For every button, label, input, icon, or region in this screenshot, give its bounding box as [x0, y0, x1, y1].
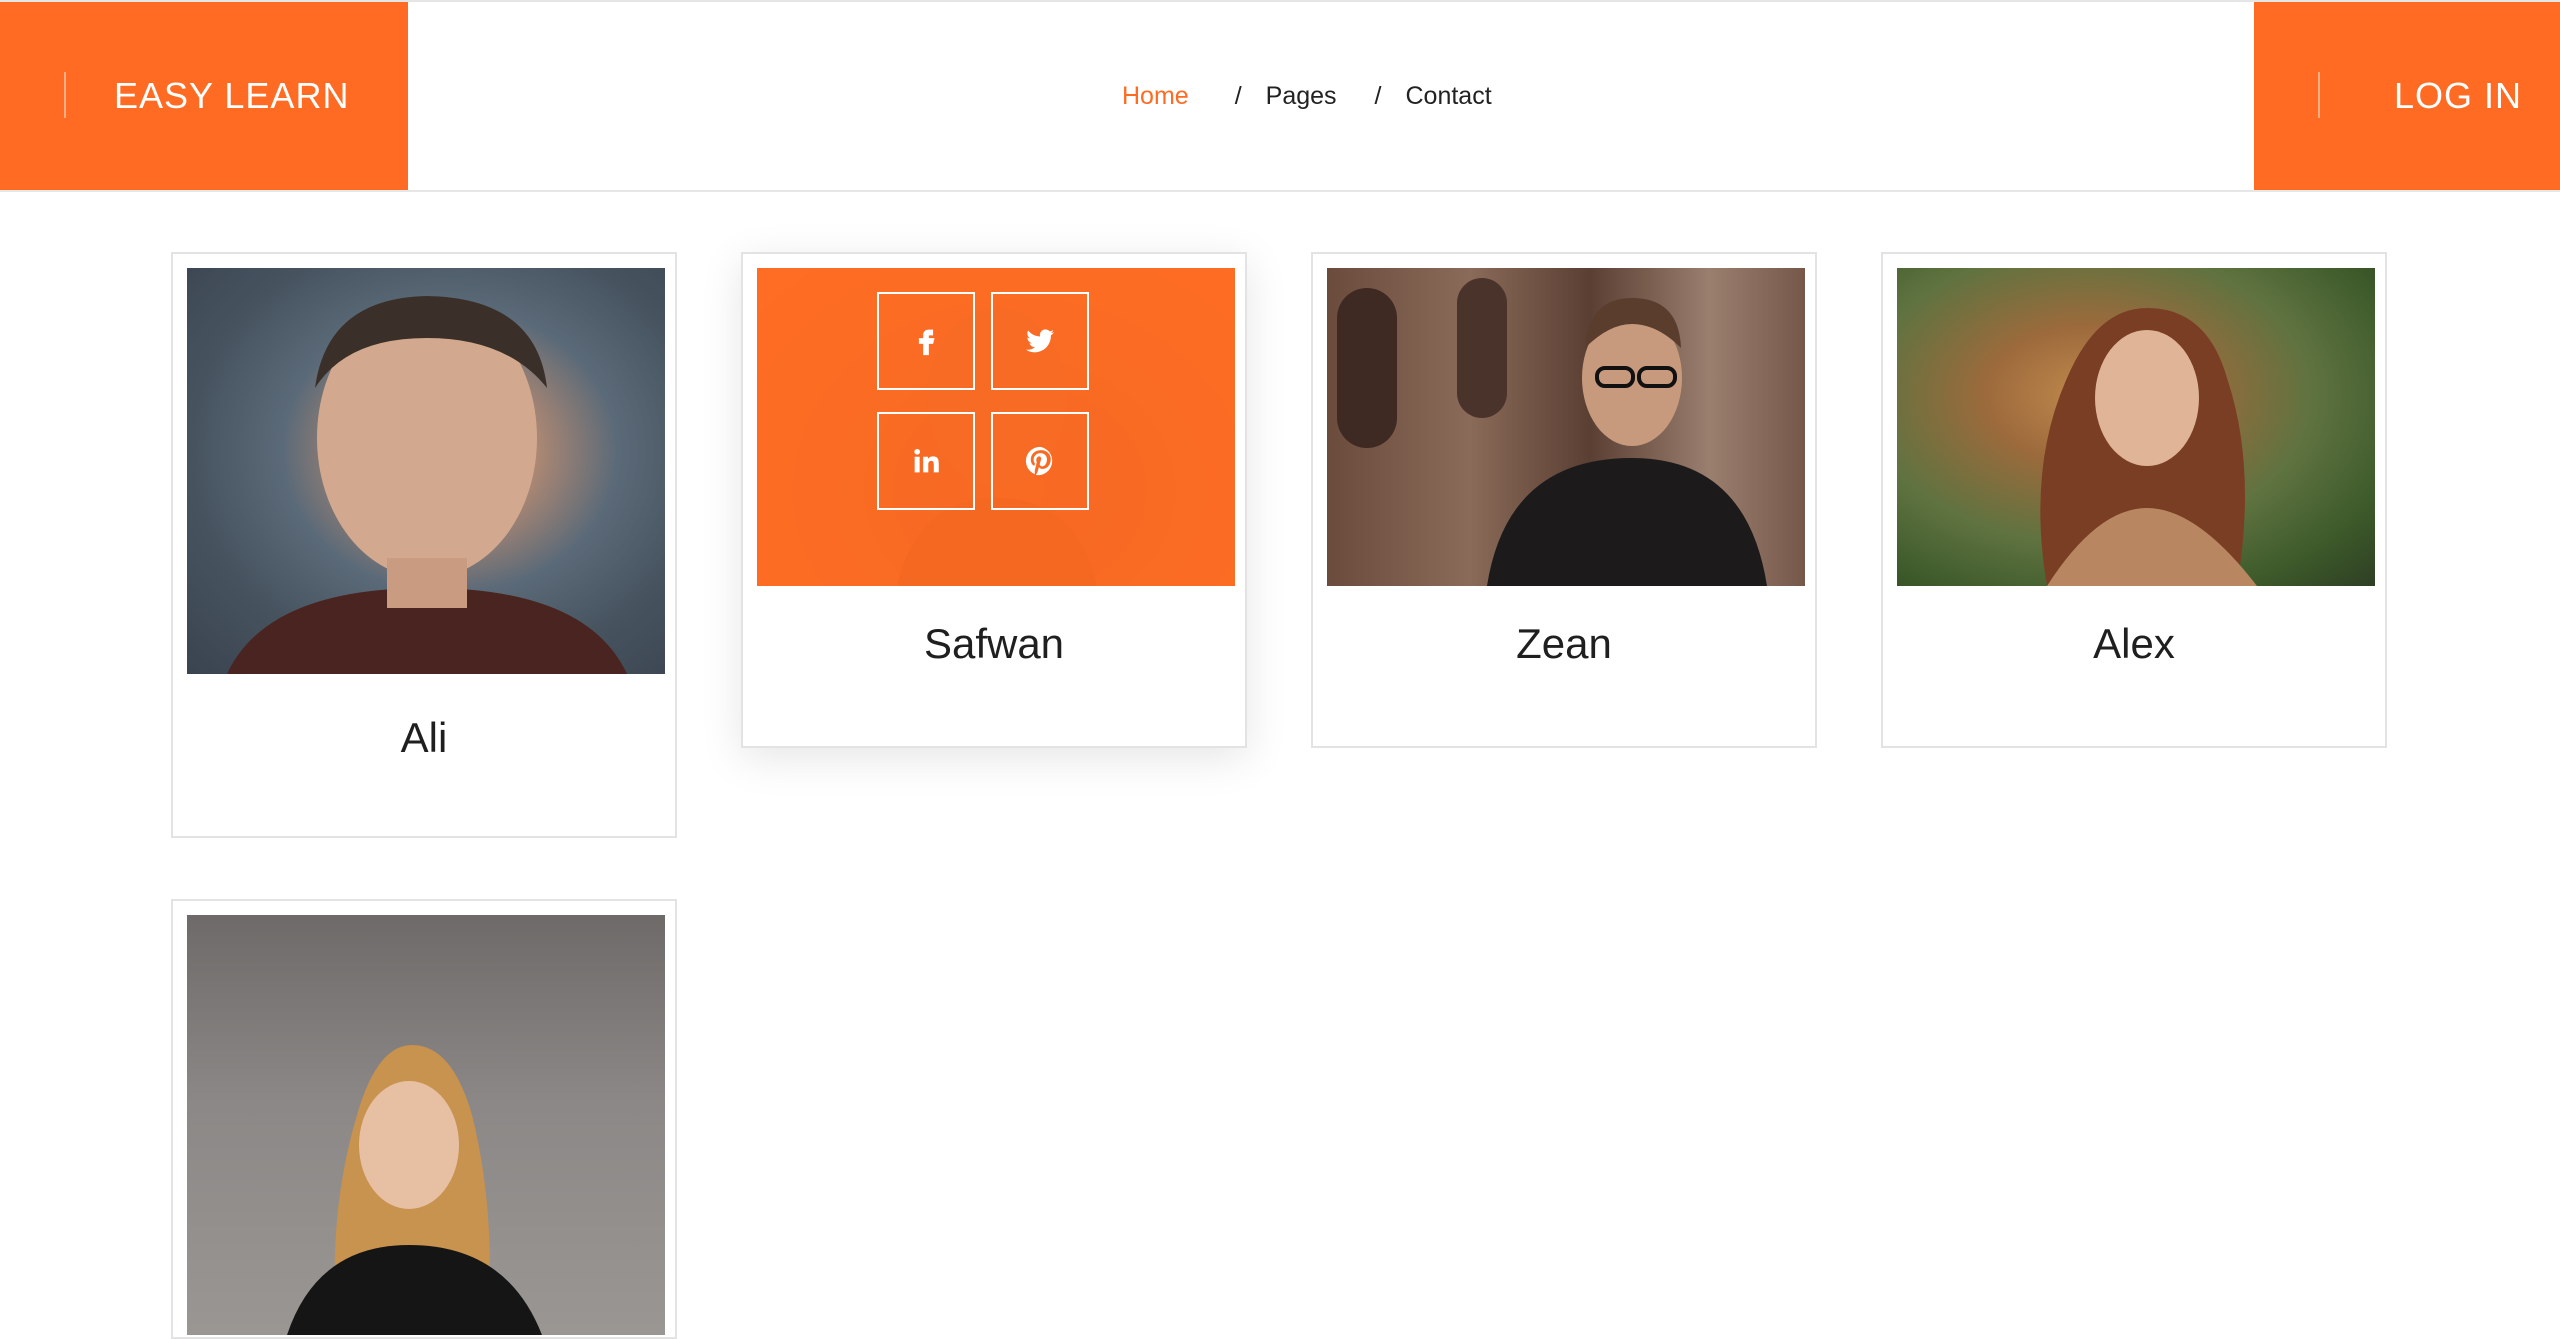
- member-name: Safwan: [923, 620, 1065, 667]
- main-nav: Home / Pages / Contact: [1122, 2, 1492, 190]
- team-photo: [1897, 268, 2375, 586]
- nav-separator: /: [1234, 81, 1242, 110]
- nav-contact[interactable]: Contact: [1405, 82, 1491, 111]
- nav-home[interactable]: Home: [1122, 82, 1189, 111]
- portrait-silhouette: [1337, 278, 1767, 586]
- twitter-icon[interactable]: [991, 292, 1089, 390]
- login-label: LOG IN: [2393, 75, 2523, 116]
- portrait-silhouette: [287, 1045, 542, 1335]
- team-card-ali[interactable]: Ali: [171, 252, 677, 838]
- team-photo: [187, 915, 665, 1335]
- brand-divider: [64, 72, 66, 118]
- site-header: EASY LEARN Home / Pages / Contact LOG IN: [0, 2, 2560, 192]
- portrait-silhouette: [2040, 308, 2257, 586]
- member-name: Zean: [1516, 620, 1612, 667]
- portrait-silhouette: [227, 296, 627, 674]
- team-card-safwan[interactable]: Safwan: [741, 252, 1247, 748]
- team-card-alex[interactable]: Alex: [1881, 252, 2387, 748]
- team-photo: [187, 268, 665, 674]
- team-photo: [1327, 268, 1805, 586]
- portrait-image: [1327, 268, 1805, 586]
- team-photo: [757, 268, 1235, 586]
- nav-pages[interactable]: Pages: [1266, 82, 1337, 111]
- portrait-image: [187, 268, 665, 674]
- portrait-image: [1897, 268, 2375, 586]
- member-name: Ali: [400, 714, 448, 761]
- team-card-5[interactable]: [171, 899, 677, 1339]
- login-button[interactable]: LOG IN: [2254, 2, 2560, 190]
- facebook-icon[interactable]: [877, 292, 975, 390]
- pinterest-icon[interactable]: [991, 412, 1089, 510]
- brand-name: EASY LEARN: [114, 75, 350, 116]
- nav-separator: /: [1374, 81, 1382, 110]
- portrait-image: [187, 915, 665, 1335]
- linkedin-icon[interactable]: [877, 412, 975, 510]
- member-name: Alex: [2093, 620, 2175, 667]
- brand-logo[interactable]: EASY LEARN: [0, 2, 408, 190]
- team-card-zean[interactable]: Zean: [1311, 252, 1817, 748]
